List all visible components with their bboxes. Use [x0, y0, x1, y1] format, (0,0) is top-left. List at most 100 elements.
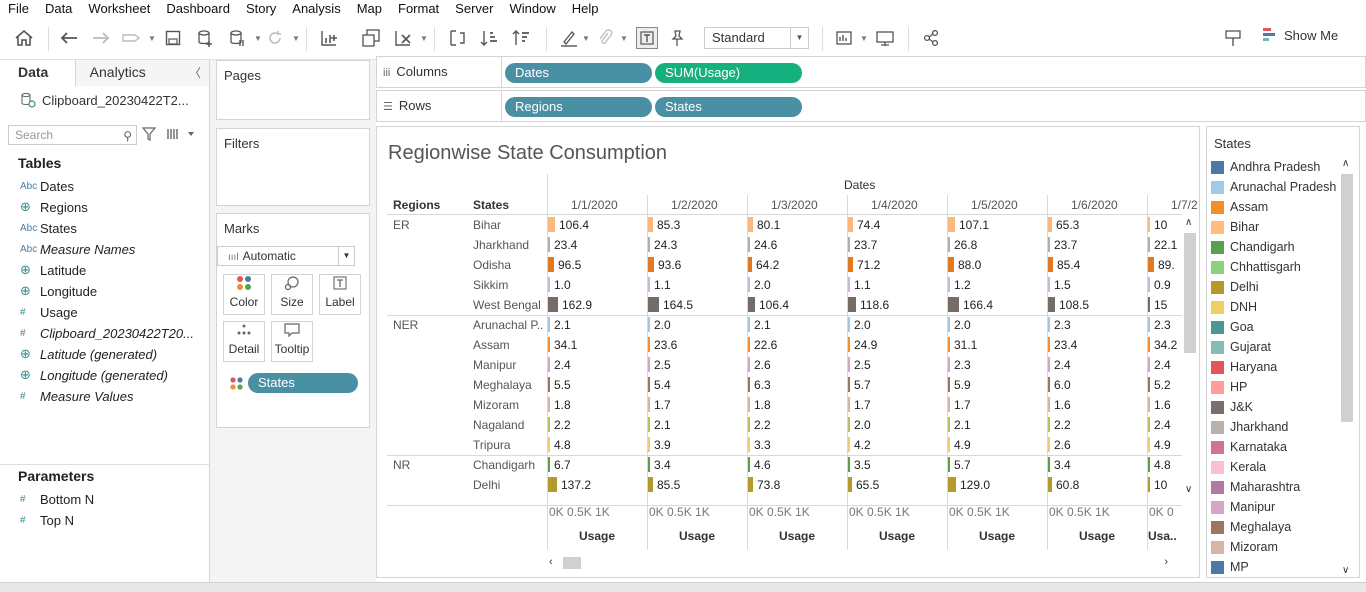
bar-mark[interactable]: [648, 477, 653, 492]
bar-mark[interactable]: [1148, 297, 1150, 312]
bar-mark[interactable]: [848, 377, 850, 392]
bar-mark[interactable]: [848, 217, 853, 232]
bar-mark[interactable]: [648, 457, 650, 472]
home-icon[interactable]: [12, 27, 36, 49]
bar-mark[interactable]: [948, 237, 950, 252]
bar-mark[interactable]: [1148, 477, 1150, 492]
bar-mark[interactable]: [748, 277, 750, 292]
pause-datasource-icon[interactable]: [226, 27, 248, 49]
scroll-down-icon[interactable]: ∨: [1185, 484, 1192, 495]
bar-mark[interactable]: [948, 377, 950, 392]
bar-mark[interactable]: [948, 277, 950, 292]
bar-mark[interactable]: [1048, 437, 1050, 452]
field-states[interactable]: Abc States: [20, 218, 77, 238]
bar-mark[interactable]: [948, 317, 950, 332]
field-usage[interactable]: # Usage: [20, 302, 78, 322]
replay-icon[interactable]: [120, 27, 142, 49]
presentation-mode-icon[interactable]: [874, 27, 896, 49]
bar-mark[interactable]: [948, 457, 950, 472]
bar-mark[interactable]: [948, 217, 955, 232]
bar-mark[interactable]: [648, 277, 650, 292]
legend-item-kerala[interactable]: Kerala: [1211, 457, 1266, 477]
redo-icon[interactable]: [90, 27, 112, 49]
bar-mark[interactable]: [748, 417, 750, 432]
field-longitude[interactable]: ⊕ Longitude: [20, 281, 97, 301]
share-icon[interactable]: [920, 27, 942, 49]
field-measure-values[interactable]: # Measure Values: [20, 386, 133, 406]
sheet-tabs-bar[interactable]: [0, 582, 1366, 592]
bar-mark[interactable]: [748, 457, 750, 472]
bar-mark[interactable]: [848, 237, 850, 252]
bar-mark[interactable]: [848, 337, 850, 352]
legend-item-j-k[interactable]: J&K: [1211, 397, 1253, 417]
chevron-down-icon[interactable]: ▼: [582, 34, 590, 43]
scroll-right-icon[interactable]: ›: [1164, 556, 1168, 568]
bar-mark[interactable]: [848, 357, 850, 372]
bar-mark[interactable]: [648, 217, 653, 232]
clear-sheet-icon[interactable]: [392, 27, 414, 49]
bar-mark[interactable]: [1148, 417, 1150, 432]
tooltip-button[interactable]: Tooltip: [271, 321, 313, 362]
bar-mark[interactable]: [648, 377, 650, 392]
save-icon[interactable]: [162, 27, 184, 49]
bar-mark[interactable]: [1148, 217, 1150, 232]
bar-mark[interactable]: [548, 457, 550, 472]
bar-mark[interactable]: [848, 257, 853, 272]
scroll-up-icon[interactable]: ∧: [1342, 158, 1349, 169]
bar-mark[interactable]: [1148, 257, 1154, 272]
hscroll-thumb[interactable]: [563, 557, 581, 569]
bar-mark[interactable]: [548, 377, 550, 392]
bar-mark[interactable]: [748, 237, 750, 252]
chevron-down-icon[interactable]: ▼: [148, 34, 156, 43]
bar-mark[interactable]: [548, 277, 550, 292]
bar-mark[interactable]: [848, 297, 856, 312]
bar-mark[interactable]: [1148, 437, 1150, 452]
bar-mark[interactable]: [1048, 357, 1050, 372]
bar-mark[interactable]: [648, 297, 659, 312]
horizontal-scrollbar[interactable]: ‹ ›: [547, 555, 1172, 571]
bar-mark[interactable]: [748, 357, 750, 372]
legend-item-delhi[interactable]: Delhi: [1211, 277, 1259, 297]
bar-mark[interactable]: [848, 397, 850, 412]
menu-help[interactable]: Help: [564, 0, 607, 17]
legend-item-dnh[interactable]: DNH: [1211, 297, 1257, 317]
parameter-top-n[interactable]: # Top N: [20, 510, 74, 530]
label-button[interactable]: Label: [319, 274, 361, 315]
bar-mark[interactable]: [1048, 337, 1050, 352]
chevron-down-icon[interactable]: ▼: [292, 34, 300, 43]
bar-mark[interactable]: [1048, 237, 1050, 252]
bar-mark[interactable]: [548, 217, 555, 232]
filter-icon[interactable]: [141, 127, 157, 144]
vertical-scrollbar[interactable]: ∧ ∨: [1182, 215, 1198, 497]
sort-ascending-icon[interactable]: [478, 27, 500, 49]
legend-item-manipur[interactable]: Manipur: [1211, 497, 1275, 517]
marks-pill-states[interactable]: States: [248, 373, 358, 393]
bar-mark[interactable]: [1148, 377, 1150, 392]
legend-scroll-thumb[interactable]: [1341, 174, 1353, 422]
bar-mark[interactable]: [748, 477, 753, 492]
bar-mark[interactable]: [1048, 477, 1052, 492]
chevron-down-icon[interactable]: ▼: [420, 34, 428, 43]
bar-mark[interactable]: [648, 337, 650, 352]
tab-data[interactable]: Data: [0, 60, 76, 86]
bar-mark[interactable]: [1048, 217, 1052, 232]
scroll-thumb[interactable]: [1184, 233, 1196, 353]
legend-item-assam[interactable]: Assam: [1211, 197, 1268, 217]
menu-story[interactable]: Story: [238, 0, 284, 17]
show-me-button[interactable]: Show Me: [1262, 27, 1338, 43]
bar-mark[interactable]: [648, 317, 650, 332]
bar-mark[interactable]: [748, 217, 753, 232]
collapse-icon[interactable]: 〈: [189, 64, 201, 81]
legend-item-haryana[interactable]: Haryana: [1211, 357, 1277, 377]
bar-mark[interactable]: [548, 317, 550, 332]
field-latitude-generated-[interactable]: ⊕ Latitude (generated): [20, 344, 157, 364]
field-measure-names[interactable]: Abc Measure Names: [20, 239, 135, 259]
fit-select[interactable]: Standard ▼: [704, 27, 809, 49]
columns-pill-dates[interactable]: Dates: [505, 63, 652, 83]
show-mark-labels-icon[interactable]: [636, 27, 658, 49]
rows-pill-states[interactable]: States: [655, 97, 802, 117]
new-datasource-icon[interactable]: [194, 27, 216, 49]
legend-item-meghalaya[interactable]: Meghalaya: [1211, 517, 1291, 537]
field-regions[interactable]: ⊕ Regions: [20, 197, 88, 217]
legend-item-maharashtra[interactable]: Maharashtra: [1211, 477, 1300, 497]
